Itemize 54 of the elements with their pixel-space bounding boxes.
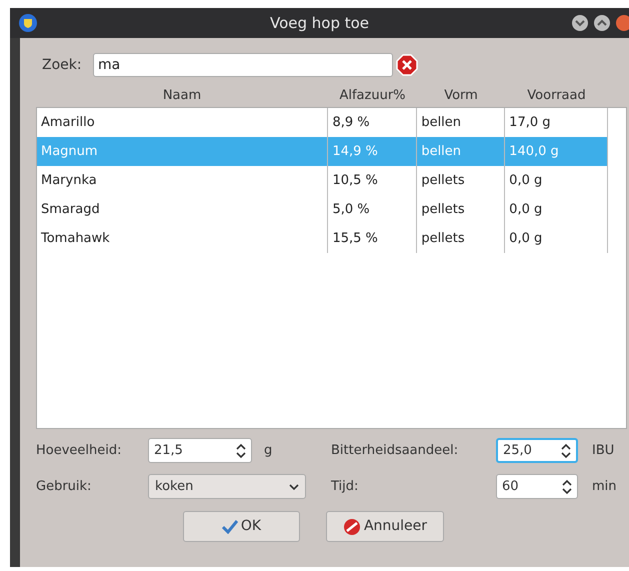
table-cell-text: bellen <box>421 114 462 132</box>
column-header[interactable]: Naam <box>162 86 202 106</box>
search-field[interactable]: ma <box>93 53 393 77</box>
search-label: Zoek: <box>41 56 83 74</box>
spin-arrows-icon[interactable] <box>562 478 572 494</box>
table-cell-text: 0,0 g <box>509 230 542 248</box>
table-row[interactable]: Marynka 10,5 % pellets 0,0 g <box>37 166 608 195</box>
close-button[interactable] <box>615 14 629 32</box>
no-entry-icon <box>342 518 361 536</box>
table-cell-text: 17,0 g <box>509 114 551 132</box>
table-cell-text: Tomahawk <box>41 230 110 248</box>
column-header[interactable]: Vorm <box>444 86 478 106</box>
table-cell-text: 15,5 % <box>332 230 378 248</box>
spin-arrows-icon[interactable] <box>561 442 571 458</box>
column-header[interactable]: Alfazuur% <box>339 86 406 106</box>
app-icon <box>18 13 38 33</box>
unit-label: g <box>264 442 274 460</box>
table-cell-text: Smaragd <box>41 200 100 219</box>
table-cell-text: pellets <box>421 200 465 219</box>
ok-button[interactable]: OK <box>183 511 300 542</box>
table-row[interactable]: Tomahawk 15,5 % pellets 0,0 g <box>37 224 608 253</box>
table-cell-text: pellets <box>421 172 465 190</box>
spin-box[interactable]: 25,0 <box>496 438 578 463</box>
cancel-button[interactable]: Annuleer <box>326 511 444 542</box>
usage-dropdown[interactable]: koken <box>148 474 306 499</box>
table-cell-text: 0,0 g <box>509 200 542 219</box>
table-cell-text: Marynka <box>41 172 97 190</box>
table-cell-text: Amarillo <box>41 114 95 132</box>
spin-box[interactable]: 21,5 <box>148 438 252 463</box>
table-cell-text: 10,5 % <box>332 172 378 190</box>
field-label: Hoeveelheid: <box>36 442 123 460</box>
table-cell-text: Magnum <box>41 142 98 161</box>
table-cell-text: 14,9 % <box>332 142 378 161</box>
spin-box[interactable]: 60 <box>496 474 578 499</box>
table-cell-text: 5,0 % <box>332 200 370 219</box>
field-label: Gebruik: <box>36 478 92 496</box>
chevron-down-icon[interactable] <box>289 482 299 490</box>
unit-label: min <box>592 478 618 496</box>
table-cell-text: pellets <box>421 230 465 248</box>
field-label: Bitterheidsaandeel: <box>331 442 460 460</box>
maximize-button[interactable] <box>593 14 611 32</box>
column-header[interactable]: Voorraad <box>527 86 586 106</box>
table-row[interactable]: Smaragd 5,0 % pellets 0,0 g <box>37 195 608 224</box>
unit-label: IBU <box>592 442 616 460</box>
spin-arrows-icon[interactable] <box>236 442 246 458</box>
window-title: Voeg hop toe <box>270 12 370 34</box>
table-cell-text: 8,9 % <box>332 114 370 132</box>
table-cell-text: 140,0 g <box>509 142 559 161</box>
table-cell-text: 0,0 g <box>509 172 542 190</box>
clear-search-icon[interactable] <box>395 53 419 77</box>
checkmark-icon <box>222 520 238 534</box>
minimize-button[interactable] <box>571 14 589 32</box>
field-label: Tijd: <box>331 478 360 496</box>
table-cell-text: bellen <box>421 142 462 161</box>
